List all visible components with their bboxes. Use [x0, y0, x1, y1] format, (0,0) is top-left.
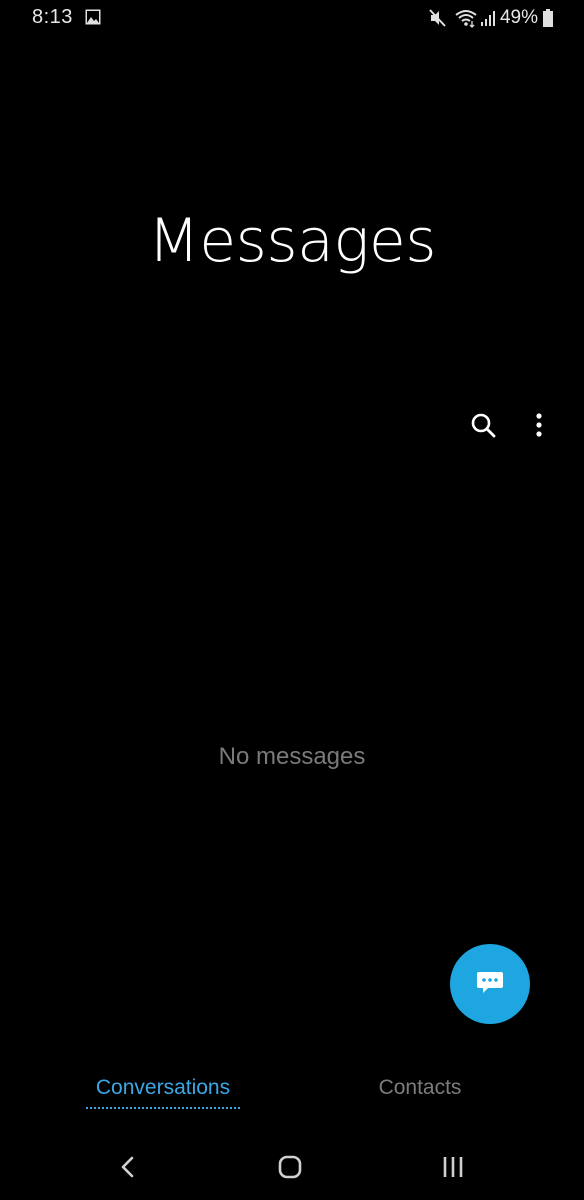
status-time: 8:13: [32, 6, 73, 28]
recents-button[interactable]: [438, 1152, 468, 1182]
home-icon: [275, 1155, 305, 1186]
tab-conversations-label: Conversations: [95, 1076, 231, 1099]
status-bar: 8:13 49%: [0, 0, 584, 36]
back-icon: [112, 1156, 142, 1186]
signal-icon: [480, 9, 496, 27]
status-icons: 49%: [428, 6, 554, 30]
empty-state-text: No messages: [218, 743, 366, 770]
page-title: Messages: [147, 206, 437, 276]
mute-icon: [428, 8, 448, 28]
home-button[interactable]: [275, 1152, 305, 1182]
compose-message-icon: [475, 967, 505, 1002]
battery-icon: [542, 8, 554, 28]
wifi-icon: [454, 8, 478, 28]
more-options-icon: [535, 412, 543, 443]
compose-message-button[interactable]: [450, 944, 530, 1024]
back-button[interactable]: [112, 1152, 142, 1182]
tab-conversations[interactable]: Conversations: [86, 1076, 240, 1112]
navigation-bar: [0, 1136, 584, 1200]
more-options-button[interactable]: [522, 410, 556, 444]
search-icon: [470, 412, 496, 443]
battery-percentage: 49%: [499, 7, 538, 28]
recents-icon: [438, 1157, 468, 1186]
search-button[interactable]: [466, 410, 500, 444]
tab-contacts[interactable]: Contacts: [360, 1076, 480, 1112]
tab-contacts-label: Contacts: [378, 1076, 462, 1099]
gallery-icon: [85, 9, 101, 25]
active-tab-indicator: [86, 1107, 240, 1109]
